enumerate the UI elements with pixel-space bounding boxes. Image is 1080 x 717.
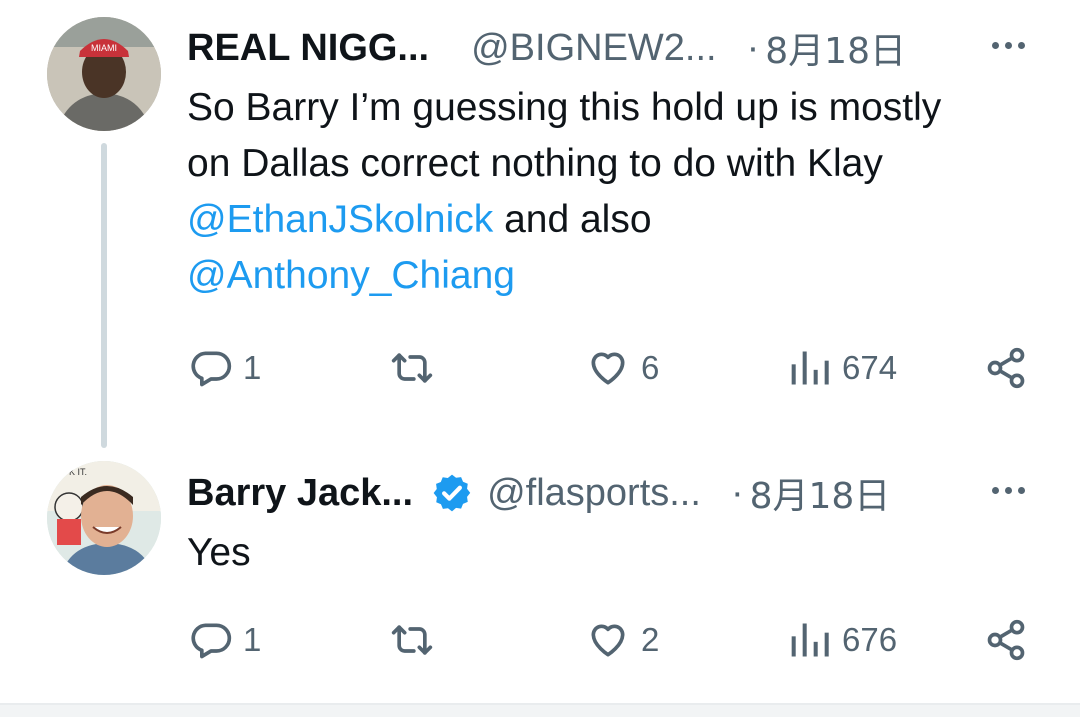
author-name[interactable]: Barry Jack... bbox=[187, 472, 413, 515]
like-button[interactable]: 6 bbox=[585, 346, 659, 390]
tweet-text-fragment: and also bbox=[493, 198, 652, 241]
tweet-date[interactable]: 8月18日 bbox=[750, 467, 891, 519]
reply-count: 1 bbox=[243, 621, 262, 658]
avatar[interactable]: K IT. bbox=[47, 461, 161, 575]
speech-bubble-icon bbox=[191, 351, 232, 387]
tweet-actions: 1 2 676 bbox=[187, 618, 1037, 668]
retweet-button[interactable] bbox=[387, 618, 437, 662]
retweet-arrows-icon bbox=[391, 625, 433, 655]
more-options-icon[interactable] bbox=[992, 42, 1025, 49]
views-button[interactable]: 674 bbox=[788, 346, 897, 390]
tweet-text-line: So Barry I’m guessing this hold up is mo… bbox=[187, 86, 942, 129]
tweet-text: Yes bbox=[187, 525, 1047, 581]
tweet-text-line: Yes bbox=[187, 531, 251, 574]
like-button[interactable]: 2 bbox=[585, 618, 659, 662]
reply-count: 1 bbox=[243, 349, 262, 386]
svg-text:MIAMI: MIAMI bbox=[91, 43, 117, 53]
author-handle[interactable]: @flasports... bbox=[487, 472, 701, 515]
mention-link[interactable]: @EthanJSkolnick bbox=[187, 198, 493, 241]
tweet-actions: 1 6 674 bbox=[187, 346, 1037, 396]
like-count: 2 bbox=[641, 621, 660, 658]
views-count: 676 bbox=[842, 621, 898, 658]
mention-link[interactable]: @Anthony_Chiang bbox=[187, 254, 515, 297]
separator-dot: · bbox=[746, 26, 760, 69]
tweet-text: So Barry I’m guessing this hold up is mo… bbox=[187, 80, 1047, 304]
views-button[interactable]: 676 bbox=[788, 618, 897, 662]
bar-chart-icon bbox=[791, 351, 829, 385]
retweet-arrows-icon bbox=[391, 353, 433, 383]
share-nodes-icon bbox=[987, 619, 1025, 661]
author-name[interactable]: REAL NIGG... bbox=[187, 27, 429, 70]
avatar[interactable]: MIAMI bbox=[47, 17, 161, 131]
thread-connector-line bbox=[101, 143, 107, 448]
separator-dot: · bbox=[730, 471, 744, 514]
bar-chart-icon bbox=[791, 623, 829, 657]
reply-button[interactable]: 1 bbox=[189, 346, 261, 390]
like-count: 6 bbox=[641, 349, 660, 386]
views-count: 674 bbox=[842, 349, 898, 386]
author-handle[interactable]: @BIGNEW2... bbox=[471, 27, 717, 70]
tweet-text-line: on Dallas correct nothing to do with Kla… bbox=[187, 142, 883, 185]
retweet-button[interactable] bbox=[387, 346, 437, 390]
reply-button[interactable]: 1 bbox=[189, 618, 261, 662]
heart-icon bbox=[591, 352, 625, 385]
share-button[interactable] bbox=[984, 618, 1028, 662]
svg-text:K IT.: K IT. bbox=[69, 467, 87, 477]
share-button[interactable] bbox=[984, 346, 1028, 390]
share-nodes-icon bbox=[987, 347, 1025, 389]
tweet-header: Barry Jack... @flasports... · 8月18日 bbox=[187, 467, 890, 519]
tweet-header: REAL NIGG... @BIGNEW2... · 8月18日 bbox=[187, 22, 906, 74]
more-options-icon[interactable] bbox=[992, 487, 1025, 494]
tweet-date[interactable]: 8月18日 bbox=[765, 22, 906, 74]
heart-icon bbox=[591, 624, 625, 657]
verified-badge-icon[interactable] bbox=[431, 472, 473, 514]
speech-bubble-icon bbox=[191, 623, 232, 659]
